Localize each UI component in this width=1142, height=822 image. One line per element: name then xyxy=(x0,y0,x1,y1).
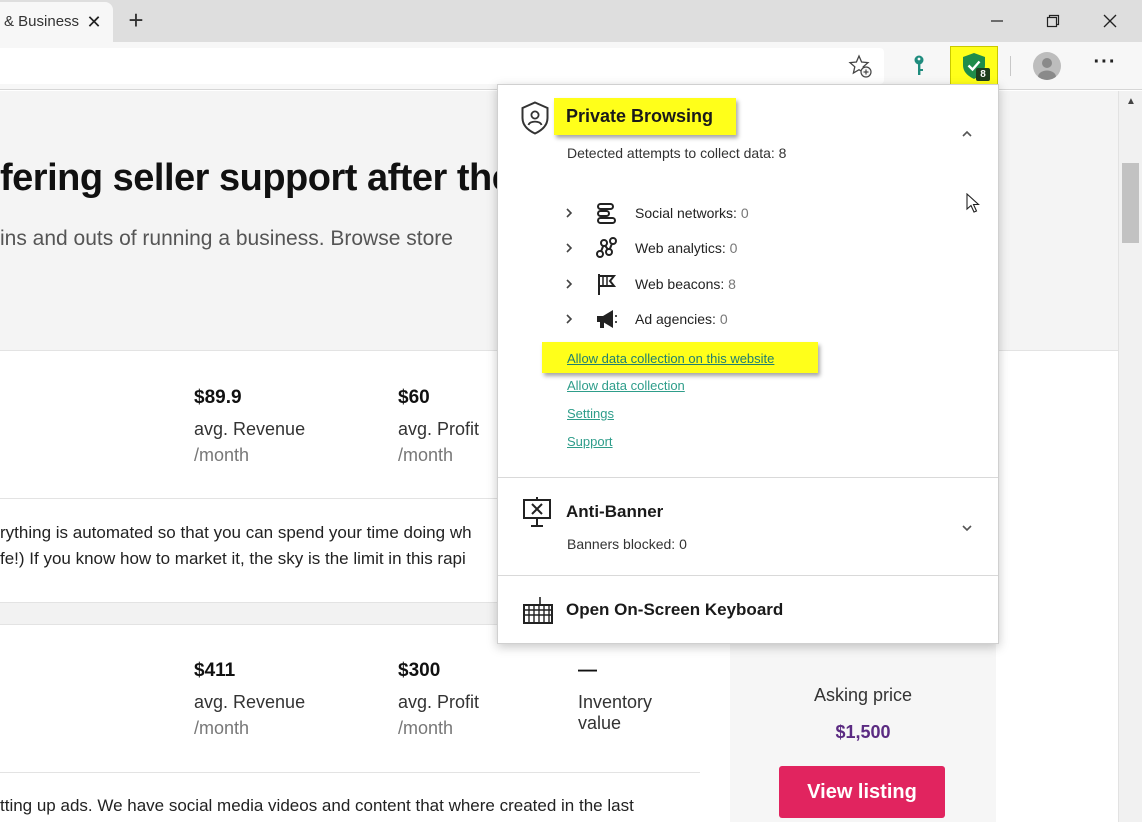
page-title: fering seller support after the xyxy=(0,157,513,199)
close-window-button[interactable] xyxy=(1082,0,1138,42)
category-name: Web analytics: xyxy=(635,240,726,256)
metric-label: Inventory value xyxy=(578,692,653,733)
category-label: Web beacons: 8 xyxy=(635,276,736,292)
metric-profit: $300 avg. Profit /month xyxy=(398,660,479,739)
metric-period: /month xyxy=(398,718,454,738)
extension-badge-count: 8 xyxy=(976,68,990,81)
on-screen-keyboard-button[interactable]: Open On-Screen Keyboard xyxy=(566,600,783,620)
anti-banner-icon xyxy=(523,497,551,527)
tab-title: & Business xyxy=(4,13,80,30)
chevron-down-icon[interactable] xyxy=(958,519,976,537)
listing-price-panel: Asking price $1,500 View listing xyxy=(730,625,996,822)
view-listing-button[interactable]: View listing xyxy=(779,766,945,818)
category-name: Social networks: xyxy=(635,205,737,221)
security-extension-button[interactable]: 8 xyxy=(958,50,990,82)
category-web-analytics[interactable]: Web analytics: 0 xyxy=(562,235,862,261)
metric-value: $411 xyxy=(194,660,236,681)
chevron-up-icon[interactable] xyxy=(958,125,976,143)
key-icon xyxy=(914,55,924,75)
allow-data-collection-site-link[interactable]: Allow data collection on this website xyxy=(567,351,774,366)
category-label: Web analytics: 0 xyxy=(635,240,737,256)
toolbar-divider xyxy=(1010,56,1011,76)
listing-description-line: tting up ads. We have social media video… xyxy=(0,796,634,815)
metric-inventory: — Inventory value xyxy=(578,660,700,734)
listing-description-line: fe!) If you know how to market it, the s… xyxy=(0,549,466,568)
category-label: Social networks: 0 xyxy=(635,205,749,221)
star-plus-icon xyxy=(848,54,872,78)
private-browsing-shield-icon xyxy=(521,101,549,135)
tab-close-icon[interactable]: ✕ xyxy=(84,10,104,34)
password-manager-button[interactable] xyxy=(905,52,933,80)
metric-profit: $60 avg. Profit /month xyxy=(398,387,479,466)
address-bar[interactable] xyxy=(0,48,884,84)
category-name: Web beacons: xyxy=(635,276,725,292)
scroll-thumb[interactable] xyxy=(1122,163,1139,243)
page-subtitle: ins and outs of running a business. Brow… xyxy=(0,227,453,250)
security-extension-popup: Private Browsing Detected attempts to co… xyxy=(497,84,999,644)
popup-divider xyxy=(498,575,998,576)
profile-avatar[interactable] xyxy=(1033,52,1061,80)
metric-period: /month xyxy=(398,445,454,465)
add-favorite-button[interactable] xyxy=(846,52,874,80)
mouse-cursor-icon xyxy=(966,193,980,213)
keyboard-icon xyxy=(523,597,553,624)
anti-banner-title[interactable]: Anti-Banner xyxy=(566,502,663,522)
popup-divider xyxy=(498,477,998,478)
close-icon xyxy=(1103,14,1117,28)
chevron-right-icon xyxy=(566,279,573,289)
private-browsing-title[interactable]: Private Browsing xyxy=(566,106,713,127)
metric-revenue: $89.9 avg. Revenue /month xyxy=(194,387,305,466)
restore-icon xyxy=(1046,14,1060,28)
listing-description-line: rything is automated so that you can spe… xyxy=(0,523,472,542)
category-web-beacons[interactable]: Web beacons: 8 xyxy=(562,271,862,297)
detected-attempts-text: Detected attempts to collect data: 8 xyxy=(567,145,787,161)
metric-value: — xyxy=(578,660,597,681)
metric-label: avg. Revenue xyxy=(194,419,306,439)
web-analytics-icon xyxy=(596,237,617,258)
category-count: 0 xyxy=(729,240,738,256)
web-beacons-flag-icon xyxy=(598,274,617,295)
category-count: 0 xyxy=(719,311,728,327)
metric-value: $89.9 xyxy=(194,387,242,408)
asking-price: $1,500 xyxy=(835,722,891,742)
ad-agencies-megaphone-icon xyxy=(597,310,617,328)
metric-label: avg. Profit xyxy=(398,692,480,712)
asking-price-label: Asking price xyxy=(813,685,913,705)
metric-revenue: $411 avg. Revenue /month xyxy=(194,660,305,739)
chevron-right-icon xyxy=(566,243,573,253)
social-networks-icon xyxy=(597,203,616,224)
category-count: 0 xyxy=(740,205,749,221)
category-ad-agencies[interactable]: Ad agencies: 0 xyxy=(562,306,862,332)
row-divider xyxy=(0,772,700,773)
metric-label: avg. Revenue xyxy=(194,692,306,712)
metric-period: /month xyxy=(194,718,250,738)
support-link[interactable]: Support xyxy=(567,434,613,449)
category-social-networks[interactable]: Social networks: 0 xyxy=(562,200,862,226)
avatar-icon xyxy=(1038,58,1056,80)
chevron-right-icon xyxy=(566,314,573,324)
new-tab-button[interactable]: + xyxy=(123,7,149,34)
minimize-icon xyxy=(991,20,1003,22)
more-menu-button[interactable]: ··· xyxy=(1090,52,1120,80)
allow-data-collection-link[interactable]: Allow data collection xyxy=(567,378,685,393)
page-scrollbar[interactable]: ▲ xyxy=(1118,91,1142,822)
category-label: Ad agencies: 0 xyxy=(635,311,728,327)
category-name: Ad agencies: xyxy=(635,311,716,327)
metric-label: avg. Profit xyxy=(398,419,480,439)
tab-strip: & Business ✕ + xyxy=(0,0,1142,42)
metric-period: /month xyxy=(194,445,250,465)
listing-card[interactable]: $411 avg. Revenue /month $300 avg. Profi… xyxy=(0,625,700,822)
restore-button[interactable] xyxy=(1025,0,1081,42)
metric-value: $300 xyxy=(398,660,441,681)
category-count: 8 xyxy=(728,276,736,292)
browser-toolbar: 8 ··· xyxy=(0,42,1142,90)
browser-tab[interactable]: & Business ✕ xyxy=(0,2,113,42)
banners-blocked-text: Banners blocked: 0 xyxy=(567,536,687,552)
minimize-button[interactable] xyxy=(969,0,1025,42)
chevron-right-icon xyxy=(566,208,573,218)
settings-link[interactable]: Settings xyxy=(567,406,614,421)
metric-value: $60 xyxy=(398,387,430,408)
scroll-up-arrow-icon[interactable]: ▲ xyxy=(1125,97,1137,107)
